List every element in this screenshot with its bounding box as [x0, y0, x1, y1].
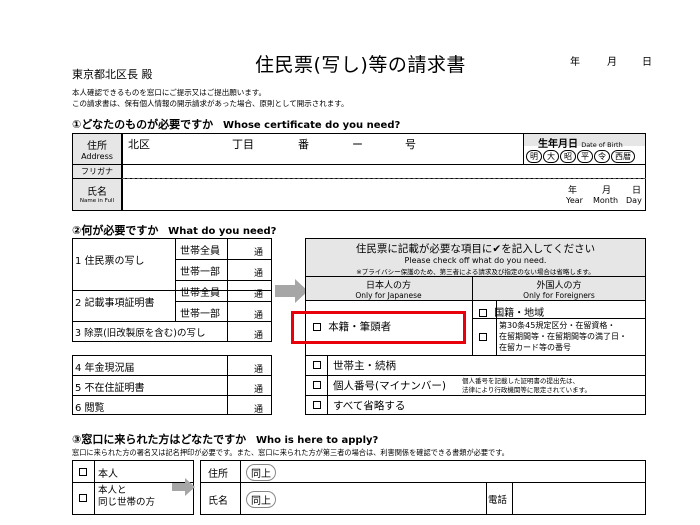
- count-6[interactable]: 通: [254, 402, 263, 415]
- date-day-label: 日: [642, 57, 652, 68]
- arrow-right-icon-2: [172, 478, 195, 496]
- section3-heading: ③窓口に来られた方はどなたですか Who is here to apply?: [72, 431, 378, 447]
- address-ban: 番: [298, 138, 309, 151]
- check-note: ※プライバシー保護のため、第三者による請求及び指定のない場合は省略します。: [356, 268, 595, 276]
- kojin-label: 個人番号(マイナンバー): [333, 380, 446, 392]
- era-reiwa[interactable]: 令: [594, 150, 610, 163]
- era-heisei[interactable]: 平: [577, 150, 593, 163]
- count-4[interactable]: 通: [254, 362, 263, 375]
- address-go: 号: [405, 138, 416, 151]
- section2-heading-jp: ②何が必要ですか: [72, 224, 159, 237]
- cert-item-3: 3 除票(旧改製原を含む)の写し: [75, 328, 206, 339]
- phone-label: 電話: [488, 495, 508, 506]
- name-input[interactable]: [124, 180, 522, 210]
- addressee: 東京都北区長 殿: [72, 68, 153, 81]
- era-seireki[interactable]: 西暦: [611, 150, 635, 163]
- applicant-address-same[interactable]: 同上: [246, 464, 276, 481]
- phone-input[interactable]: [514, 484, 644, 513]
- applicant-name-same[interactable]: 同上: [246, 491, 276, 508]
- count-2-all[interactable]: 通: [254, 287, 263, 300]
- residence-checkbox[interactable]: [479, 332, 487, 343]
- address-ward[interactable]: 北区: [128, 136, 150, 152]
- section3-heading-en: Who is here to apply?: [255, 435, 379, 446]
- name-label: 氏名 Name in Full: [79, 187, 115, 204]
- japanese-column-header: 日本人の方 Only for Japanese: [355, 281, 422, 300]
- furigana-label: フリガナ: [81, 167, 113, 176]
- address-chome: 丁目: [232, 138, 254, 151]
- section2-heading-en: What do you need?: [168, 226, 277, 237]
- cert-item-1-all: 世帯全員: [180, 246, 220, 257]
- dob-month-en: Month: [593, 196, 619, 205]
- dob-header: 生年月日 Date of Birth: [538, 139, 623, 150]
- count-5[interactable]: 通: [254, 382, 263, 395]
- dob-day-en: Day: [626, 196, 642, 205]
- dob-year-en: Year: [566, 196, 583, 205]
- residence-note: 第30条45規定区分・在留資格・ 在留期間等・在留期間等の満了日・ 在留カード等…: [499, 321, 627, 352]
- section1-heading-en: Whose certificate do you need?: [222, 120, 401, 131]
- applicant-name-label: 氏名: [208, 496, 228, 507]
- cert-item-6: 6 閲覧: [75, 403, 105, 414]
- era-taisho[interactable]: 大: [543, 150, 559, 163]
- check-title-en: Please check off what do you need.: [404, 256, 547, 265]
- date-month-label: 月: [607, 57, 617, 68]
- cert-item-5: 5 不在住証明書: [75, 383, 145, 394]
- era-meiji[interactable]: 明: [526, 150, 542, 163]
- cert-item-2: 2 記載事項証明書: [75, 298, 155, 309]
- era-showa[interactable]: 昭: [560, 150, 576, 163]
- count-1-all[interactable]: 通: [254, 245, 263, 258]
- same-house-label: 本人と 同じ世帯の方: [98, 485, 156, 508]
- omit-label: すべて省略する: [333, 400, 406, 412]
- kokuseki-label: 国籍・地域: [494, 308, 545, 319]
- cert-item-4: 4 年金現況届: [75, 363, 135, 374]
- omit-checkbox[interactable]: [313, 400, 321, 411]
- section2-heading: ②何が必要ですか What do you need?: [72, 222, 276, 238]
- arrow-right-icon: [275, 279, 308, 303]
- address-dash: ー: [352, 138, 363, 151]
- address-label: 住所 Address: [81, 141, 113, 161]
- section3-heading-jp: ③窓口に来られた方はどなたですか: [72, 433, 247, 446]
- kojin-checkbox[interactable]: [313, 380, 321, 391]
- dob-day-label: 日: [632, 186, 642, 196]
- cert-item-1-part: 世帯一部: [180, 267, 220, 278]
- intro-line-1: 本人確認できるものを窓口にご提示又はご提出願います。: [72, 88, 266, 97]
- section1-heading: ①どなたのものが必要ですか Whose certificate do you n…: [72, 116, 400, 132]
- kokuseki-checkbox[interactable]: [479, 309, 487, 317]
- same-house-checkbox[interactable]: [79, 493, 87, 504]
- applicant-address-label: 住所: [208, 469, 228, 480]
- count-2-part[interactable]: 通: [254, 308, 263, 321]
- cert-item-2-part: 世帯一部: [180, 309, 220, 320]
- check-title: 住民票に記載が必要な項目に✔を記入してください: [355, 243, 596, 255]
- section1-heading-jp: ①どなたのものが必要ですか: [72, 118, 214, 131]
- cert-item-2-all: 世帯全員: [180, 288, 220, 299]
- count-1-part[interactable]: 通: [254, 266, 263, 279]
- date-year-label: 年: [570, 57, 580, 68]
- section3-note: 窓口に来られた方の署名又は記名押印が必要です。また、窓口に来られた方が第三者の場…: [72, 448, 509, 457]
- kojin-note: 個人番号を記載した証明書の提出先は、 法律により行政機関等に限定されています。: [462, 377, 592, 394]
- highlight-box: [291, 311, 466, 344]
- foreigner-column-header: 外国人の方 Only for Foreigners: [523, 281, 595, 300]
- setainushi-checkbox[interactable]: [313, 360, 321, 371]
- dob-month-label: 月: [602, 186, 612, 196]
- self-checkbox[interactable]: [79, 467, 87, 478]
- count-3[interactable]: 通: [254, 328, 263, 341]
- era-selector[interactable]: 明大昭平令西暦: [526, 150, 636, 163]
- kokuseki-checkbox-row[interactable]: 国籍・地域: [479, 304, 544, 319]
- intro-line-2: この請求書は、保有個人情報の開示請求があった場合、原則として開示されます。: [72, 99, 349, 108]
- self-label: 本人: [98, 469, 118, 480]
- dob-year-label: 年: [568, 186, 578, 196]
- cert-item-1: 1 住民票の写し: [75, 256, 145, 267]
- setainushi-label: 世帯主・続柄: [333, 360, 396, 372]
- page-title: 住民票(写し)等の請求書: [255, 54, 466, 76]
